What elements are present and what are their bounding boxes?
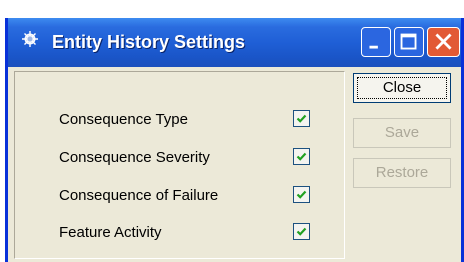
restore-button[interactable]: Restore	[353, 158, 451, 188]
save-button-label: Save	[384, 124, 420, 141]
settings-group: Consequence Type Consequence Severity Co…	[14, 71, 345, 259]
restore-button-label: Restore	[375, 164, 429, 181]
close-window-button[interactable]	[427, 27, 460, 57]
maximize-icon	[400, 33, 417, 50]
maximize-button[interactable]	[394, 27, 424, 57]
dialog-window: Entity History Settings Consequence Type	[5, 18, 464, 262]
checkmark-icon	[296, 190, 307, 199]
minimize-button[interactable]	[361, 27, 391, 57]
consequence-of-failure-checkbox[interactable]	[293, 186, 310, 203]
feature-activity-checkbox[interactable]	[293, 223, 310, 240]
title-bar[interactable]: Entity History Settings	[8, 18, 461, 67]
setting-label: Consequence Type	[59, 111, 188, 128]
close-icon	[435, 33, 452, 50]
minimize-icon	[369, 45, 378, 49]
checkmark-icon	[296, 227, 307, 236]
setting-label: Consequence of Failure	[59, 187, 219, 204]
consequence-severity-checkbox[interactable]	[293, 148, 310, 165]
focus-rect	[357, 77, 447, 99]
app-icon	[21, 30, 39, 48]
window-title: Entity History Settings	[52, 32, 246, 52]
checkmark-icon	[296, 152, 307, 161]
dialog-client-area: Consequence Type Consequence Severity Co…	[8, 67, 461, 262]
setting-label: Consequence Severity	[59, 149, 210, 166]
checkmark-icon	[296, 114, 307, 123]
save-button[interactable]: Save	[353, 118, 451, 148]
consequence-type-checkbox[interactable]	[293, 110, 310, 127]
setting-label: Feature Activity	[59, 224, 162, 241]
close-button[interactable]: Close	[353, 73, 451, 103]
